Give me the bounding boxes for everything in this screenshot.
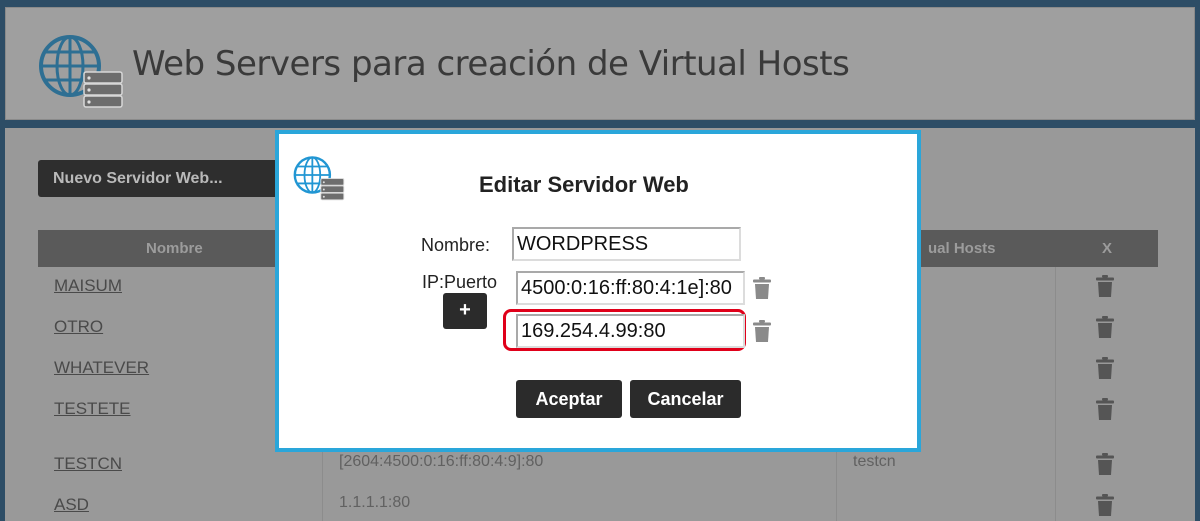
ip-port-input[interactable]: [516, 314, 745, 348]
trash-icon[interactable]: [753, 277, 771, 299]
new-server-button[interactable]: Nuevo Servidor Web...: [38, 160, 284, 197]
name-label: Nombre:: [421, 235, 491, 255]
trash-icon[interactable]: [1096, 316, 1114, 338]
ip-port-input[interactable]: [516, 271, 745, 305]
server-ip: [2604:4500:0:16:ff:80:4:9]:80: [339, 453, 544, 470]
page-title: Web Servers para creación de Virtual Hos…: [132, 44, 850, 84]
add-ip-button[interactable]: +: [443, 293, 487, 329]
server-name-link[interactable]: TESTETE: [54, 399, 131, 419]
header-panel: Web Servers para creación de Virtual Hos…: [5, 7, 1195, 120]
trash-icon[interactable]: [1096, 494, 1114, 516]
globe-server-icon: [293, 154, 345, 202]
server-ip: 1.1.1.1:80: [339, 494, 411, 511]
server-name-link[interactable]: WHATEVER: [54, 358, 149, 378]
page-header: Web Servers para creación de Virtual Hos…: [0, 0, 1200, 128]
column-header-name: Nombre: [146, 240, 203, 257]
server-name-link[interactable]: ASD: [54, 495, 89, 515]
server-name-link[interactable]: MAISUM: [54, 276, 122, 296]
trash-icon[interactable]: [753, 320, 771, 342]
name-input[interactable]: [512, 227, 741, 261]
column-header-delete: X: [1102, 240, 1113, 257]
globe-server-icon: [38, 32, 124, 110]
table-row: ASD 1.1.1.1:80: [38, 486, 1158, 521]
trash-icon[interactable]: [1096, 275, 1114, 297]
cancel-button[interactable]: Cancelar: [630, 380, 741, 418]
column-header-virtual-hosts: ual Hosts: [928, 240, 996, 257]
trash-icon[interactable]: [1096, 453, 1114, 475]
trash-icon[interactable]: [1096, 398, 1114, 420]
ip-port-label: IP:Puerto: [422, 272, 498, 292]
trash-icon[interactable]: [1096, 357, 1114, 379]
server-name-link[interactable]: OTRO: [54, 317, 103, 337]
dialog-title: Editar Servidor Web: [479, 172, 689, 197]
server-name-link[interactable]: TESTCN: [54, 454, 122, 474]
edit-server-dialog: Editar Servidor Web Nombre: IP:Puerto + …: [275, 130, 921, 452]
server-virtual-hosts: testcn: [853, 453, 896, 470]
accept-button[interactable]: Aceptar: [516, 380, 622, 418]
